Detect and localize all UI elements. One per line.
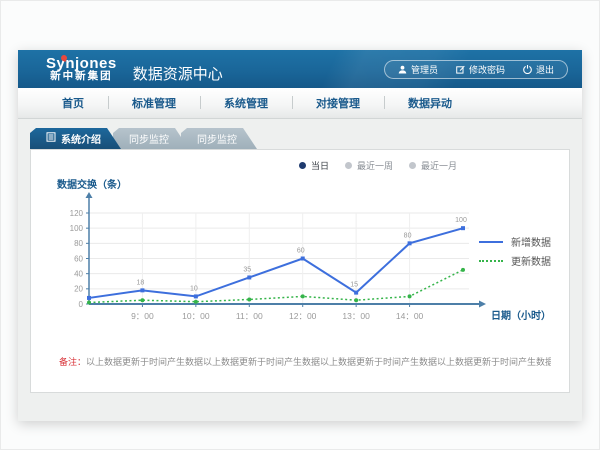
filter-selected[interactable]: 当日 <box>299 159 329 172</box>
footnote-text: 以上数据更新于时间产生数据以上数据更新于时间产生数据以上数据更新于时间产生数据以… <box>86 357 551 367</box>
nav-item[interactable]: 标准管理 <box>108 95 200 111</box>
company-logo: Synjones 新中新集团 <box>46 56 117 83</box>
page-title: 数据资源中心 <box>133 63 223 84</box>
svg-text:18: 18 <box>137 279 145 286</box>
svg-text:100: 100 <box>455 217 467 224</box>
svg-text:60: 60 <box>74 254 83 263</box>
filter-option[interactable]: 最近一月 <box>409 159 457 172</box>
legend-swatch-icon <box>479 241 503 243</box>
svg-text:35: 35 <box>243 266 251 273</box>
svg-text:100: 100 <box>70 224 84 233</box>
svg-text:40: 40 <box>74 269 83 278</box>
nav-item[interactable]: 数据异动 <box>384 95 476 111</box>
app-window: Synjones 新中新集团 数据资源中心 管理员修改密码退出 首页标准管理系统… <box>18 50 582 421</box>
svg-text:13：00: 13：00 <box>342 311 370 321</box>
svg-text:120: 120 <box>70 209 84 218</box>
legend-item: 新增数据 <box>479 232 551 251</box>
svg-text:9：00: 9：00 <box>131 311 154 321</box>
logo-company: 新中新集团 <box>46 71 117 82</box>
legend-item: 更新数据 <box>479 251 551 270</box>
chart-legend: 新增数据更新数据 <box>479 232 551 270</box>
time-filter-group: 当日 最近一周 最近一月 <box>299 159 457 172</box>
nav-item[interactable]: 首页 <box>38 95 108 111</box>
document-icon <box>46 132 56 145</box>
main-nav: 首页标准管理系统管理对接管理数据异动 <box>18 88 582 119</box>
tab[interactable]: 同步监控 <box>113 128 189 149</box>
content-area: 系统介绍同步监控同步监控 当日最近一周最近一月 数据交换（条） 02040608… <box>18 119 582 421</box>
svg-text:10：00: 10：00 <box>182 311 210 321</box>
tab-bar: 系统介绍同步监控同步监控 <box>30 128 582 149</box>
svg-text:11：00: 11：00 <box>236 311 263 321</box>
tab[interactable]: 同步监控 <box>181 128 257 149</box>
user-menu-logout[interactable]: 退出 <box>514 63 563 76</box>
radio-dot-icon <box>345 162 352 169</box>
svg-text:80: 80 <box>74 239 83 248</box>
filter-option[interactable]: 最近一周 <box>345 159 393 172</box>
nav-item[interactable]: 系统管理 <box>200 95 292 111</box>
svg-text:14：00: 14：00 <box>396 311 424 321</box>
svg-text:0: 0 <box>79 300 84 309</box>
svg-text:12：00: 12：00 <box>289 311 317 321</box>
chart-panel: 当日最近一周最近一月 数据交换（条） 0204060801001209：0010… <box>30 149 570 393</box>
svg-text:80: 80 <box>404 232 412 239</box>
user-menu: 管理员修改密码退出 <box>384 60 568 79</box>
logout-icon <box>523 65 532 74</box>
svg-text:15: 15 <box>350 282 358 289</box>
svg-text:60: 60 <box>297 248 305 255</box>
tab[interactable]: 系统介绍 <box>30 128 121 149</box>
app-header: Synjones 新中新集团 数据资源中心 管理员修改密码退出 <box>18 50 582 88</box>
radio-dot-icon <box>409 162 416 169</box>
edit-icon <box>456 65 465 74</box>
footnote: 备注：以上数据更新于时间产生数据以上数据更新于时间产生数据以上数据更新于时间产生… <box>59 355 551 368</box>
user-menu-edit[interactable]: 修改密码 <box>447 63 514 76</box>
svg-text:日期（小时）: 日期（小时） <box>491 309 551 322</box>
logo-brand: Synjones <box>46 56 117 72</box>
nav-item[interactable]: 对接管理 <box>292 95 384 111</box>
footnote-prefix: 备注： <box>59 357 86 367</box>
radio-dot-icon <box>299 162 306 169</box>
svg-text:20: 20 <box>74 285 83 294</box>
svg-text:10: 10 <box>190 285 198 292</box>
user-menu-user[interactable]: 管理员 <box>389 63 447 76</box>
legend-swatch-icon <box>479 260 503 262</box>
user-icon <box>398 65 407 74</box>
